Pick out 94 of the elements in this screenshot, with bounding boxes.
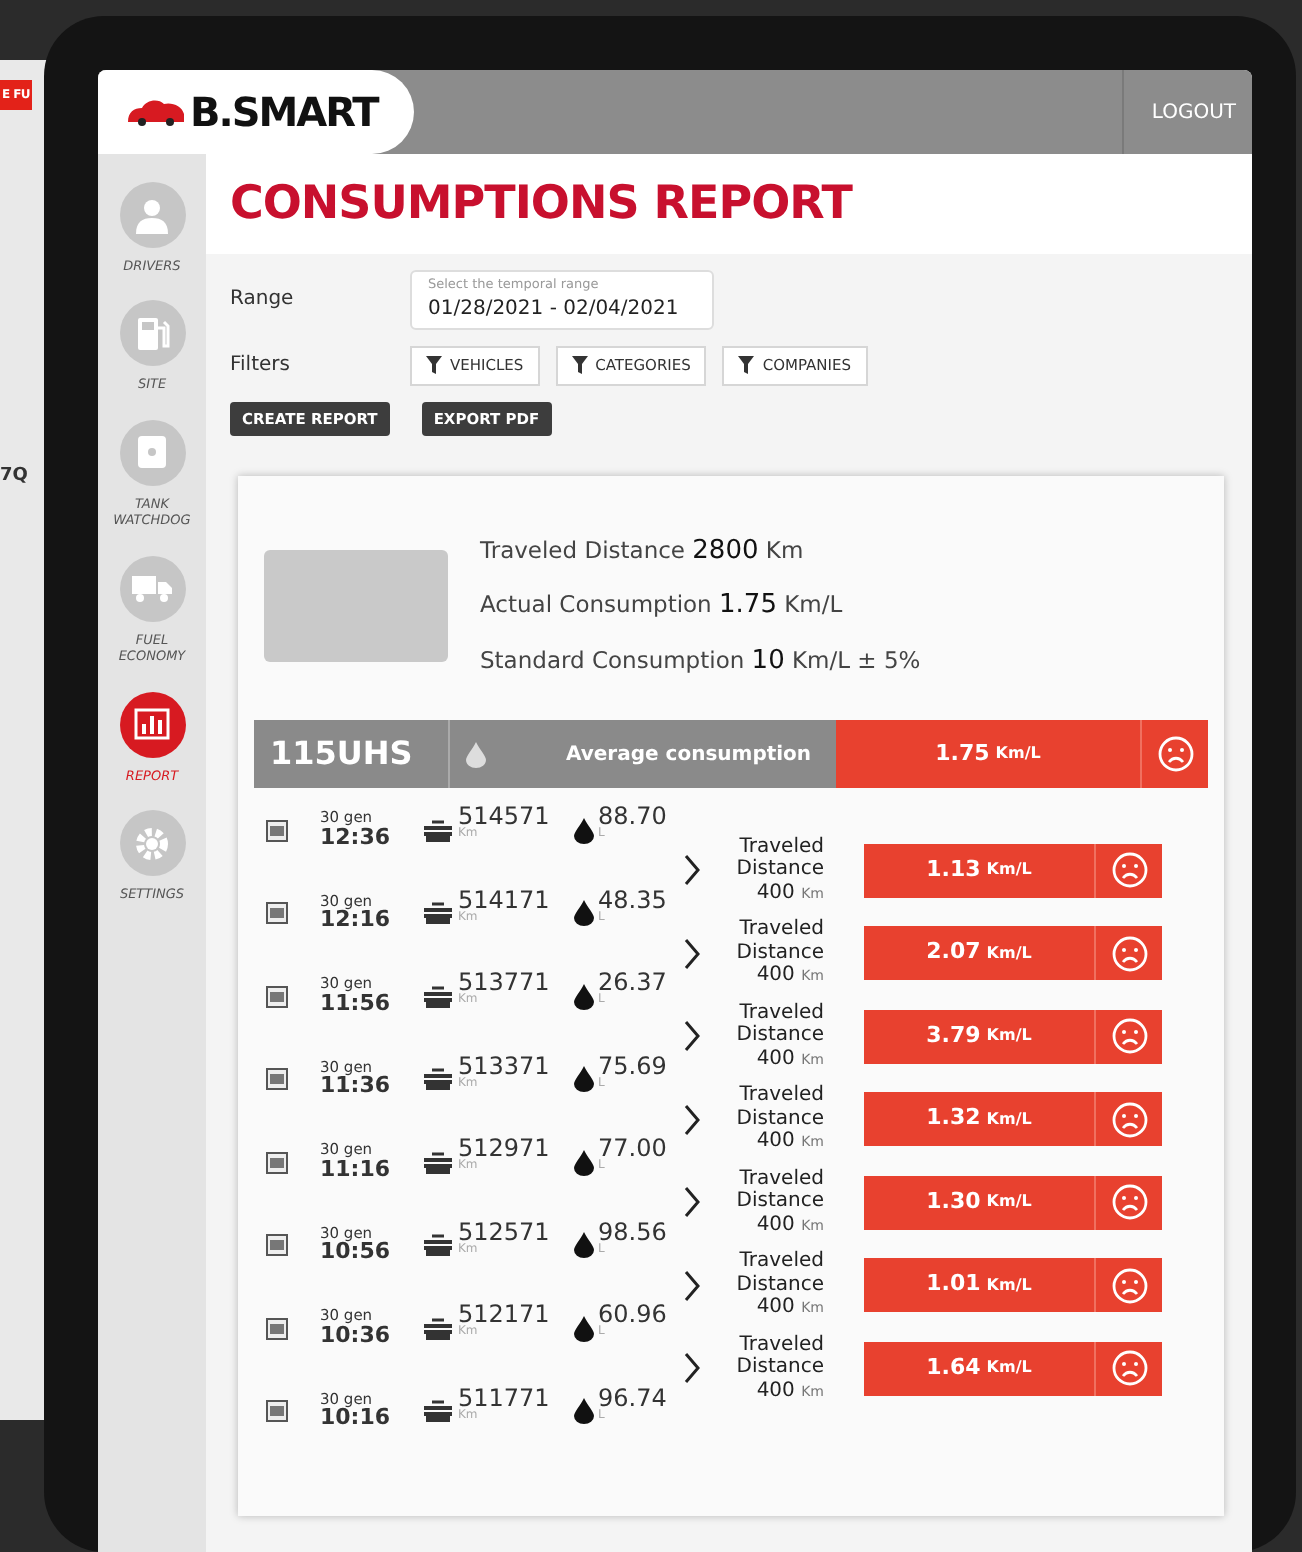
odometer-value: 513371 <box>458 1053 552 1078</box>
consumption-value: 1.01 Km/L <box>864 1258 1094 1313</box>
sad-face-icon <box>1111 1350 1147 1387</box>
fuel-value: 98.56 <box>598 1219 667 1244</box>
odometer-value: 512971 <box>458 1136 552 1161</box>
calendar-icon <box>266 902 288 925</box>
calendar-icon <box>266 1400 288 1423</box>
fuel-drop-icon <box>574 1232 594 1259</box>
calendar-icon <box>266 1317 288 1340</box>
consumption-value: 3.79 Km/L <box>864 1009 1094 1064</box>
sad-face-icon <box>1157 736 1193 773</box>
fuel-value: 48.35 <box>598 887 667 912</box>
summary-line: Traveled Distance 2800 Km <box>480 533 806 570</box>
consumption-value: 1.13 Km/L <box>864 843 1094 898</box>
person-icon <box>136 197 168 233</box>
sad-face-icon <box>1111 935 1147 972</box>
summary-line: Standard Consumption 10 Km/L ± 5% <box>480 643 921 680</box>
fuel-drop-icon <box>574 1066 594 1093</box>
truck-icon <box>132 574 172 603</box>
bar-chart-icon <box>134 708 170 741</box>
sad-face-icon <box>1111 1267 1147 1304</box>
sad-face-icon <box>1111 852 1147 889</box>
calendar-icon <box>266 985 288 1008</box>
fuel-drop-icon <box>574 1149 594 1176</box>
chevron-icon <box>684 1269 700 1302</box>
odometer-icon <box>424 902 452 925</box>
consumption-value: 2.07 Km/L <box>864 926 1094 981</box>
consumption-value: 1.30 Km/L <box>864 1175 1094 1230</box>
filters-label: Filters <box>230 352 292 381</box>
fuel-drop-icon <box>574 900 594 927</box>
odometer-icon <box>424 1317 452 1340</box>
odometer-value: 512171 <box>458 1302 552 1327</box>
logo-text: B.SMART <box>190 86 378 140</box>
odometer-icon <box>424 1400 452 1423</box>
fuel-drop-icon <box>574 817 594 844</box>
entry-time: 12:16 <box>320 908 393 933</box>
odometer-icon <box>424 1151 452 1174</box>
chevron-icon <box>684 1103 700 1136</box>
odometer-icon <box>424 1068 452 1091</box>
chevron-icon <box>684 1020 700 1053</box>
average-label: Average consumption <box>566 741 812 770</box>
filter-icon <box>426 356 442 375</box>
fuel-value: 77.00 <box>598 1136 667 1161</box>
calendar-icon <box>266 1151 288 1174</box>
drop-icon <box>466 741 486 768</box>
entry-time: 11:36 <box>320 1074 393 1099</box>
tank-icon <box>136 434 168 471</box>
sad-face-icon <box>1111 1018 1147 1055</box>
background-text: 7Q <box>0 464 28 490</box>
odometer-value: 511771 <box>458 1385 552 1410</box>
odometer-value: 513771 <box>458 970 552 995</box>
vehicle-plate: 115UHS <box>254 720 450 789</box>
consumption-value: 1.64 Km/L <box>864 1341 1094 1396</box>
odometer-icon <box>424 985 452 1008</box>
sad-face-icon <box>1111 1101 1147 1138</box>
field-value: 01/28/2021 - 02/04/2021 <box>428 296 681 325</box>
calendar-icon <box>266 1068 288 1091</box>
page-title: CONSUMPTIONS REPORT <box>230 178 855 234</box>
filter-icon <box>571 356 588 375</box>
consumption-value: 1.32 Km/L <box>864 1092 1094 1147</box>
odometer-value: 514171 <box>458 887 552 912</box>
summary-line: Actual Consumption 1.75 Km/L <box>480 588 845 625</box>
odometer-icon <box>424 1234 452 1257</box>
fuel-value: 96.74 <box>598 1385 667 1410</box>
fuel-value: 75.69 <box>598 1053 667 1078</box>
average-value: 1.75 Km/L <box>836 720 1140 789</box>
car-cloud-icon <box>126 98 186 126</box>
sidebar-item[interactable] <box>119 691 185 758</box>
entry-time: 11:16 <box>320 1157 393 1182</box>
sad-face-icon <box>1111 1184 1147 1221</box>
filter-icon <box>738 356 755 375</box>
entry-time: 10:16 <box>320 1406 393 1431</box>
fuel-drop-icon <box>574 1398 594 1425</box>
chevron-icon <box>684 1186 700 1219</box>
fuel-drop-icon <box>574 1315 594 1342</box>
fuel-value: 26.37 <box>598 970 667 995</box>
odometer-value: 512571 <box>458 1219 552 1244</box>
chevron-icon <box>684 937 700 970</box>
fuel-pump-icon <box>135 315 169 352</box>
odometer-value: 514571 <box>458 804 552 829</box>
chevron-icon <box>684 1352 700 1385</box>
entry-time: 11:56 <box>320 991 393 1016</box>
settings-icon <box>134 825 170 862</box>
entry-time: 12:36 <box>320 825 393 850</box>
fuel-drop-icon <box>574 983 594 1010</box>
fuel-value: 60.96 <box>598 1302 667 1327</box>
fuel-value: 88.70 <box>598 804 667 829</box>
entry-time: 10:36 <box>320 1323 393 1348</box>
range-label: Range <box>230 286 296 315</box>
chevron-icon <box>684 854 700 887</box>
odometer-icon <box>424 819 452 842</box>
calendar-icon <box>266 819 288 842</box>
calendar-icon <box>266 1234 288 1257</box>
entry-time: 10:56 <box>320 1240 393 1265</box>
